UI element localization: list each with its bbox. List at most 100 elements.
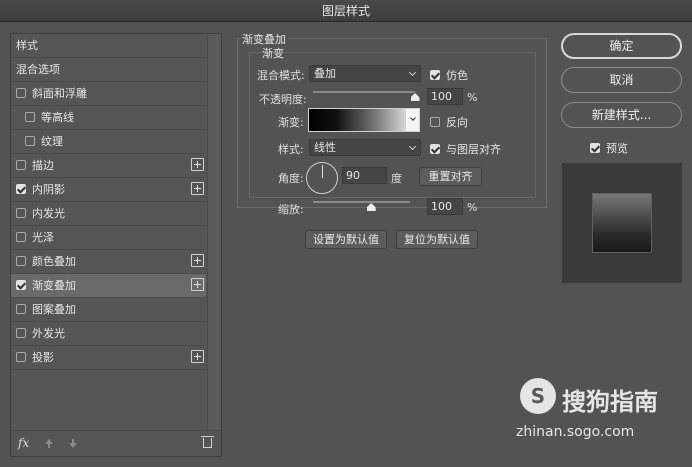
opacity-unit: % — [467, 91, 478, 104]
style-list-panel: 样式混合选项斜面和浮雕等高线纹理描边内阴影内发光光泽颜色叠加渐变叠加图案叠加外发… — [10, 33, 222, 457]
style-list-item[interactable]: 混合选项 — [11, 58, 206, 82]
section-title: 渐变 — [262, 47, 284, 60]
blend-mode-label: 混合模式: — [257, 69, 305, 82]
style-list-item[interactable]: 光泽 — [11, 226, 206, 250]
style-list-item-label: 斜面和浮雕 — [32, 87, 87, 100]
checkbox[interactable] — [16, 232, 26, 242]
blend-mode-select[interactable]: 叠加 — [309, 65, 421, 82]
style-list-item-label: 纹理 — [41, 135, 63, 148]
style-list-item[interactable]: 内阴影 — [11, 178, 206, 202]
scale-input[interactable]: 100 — [427, 198, 463, 215]
style-list: 样式混合选项斜面和浮雕等高线纹理描边内阴影内发光光泽颜色叠加渐变叠加图案叠加外发… — [11, 34, 206, 370]
reset-default-button[interactable]: 复位为默认值 — [396, 230, 478, 249]
style-list-item-label: 混合选项 — [16, 63, 60, 76]
reset-align-button[interactable]: 重置对齐 — [419, 167, 482, 186]
align-with-layer-checkbox[interactable]: 与图层对齐 — [430, 141, 501, 157]
style-list-item-label: 等高线 — [41, 111, 74, 124]
checkbox[interactable] — [16, 88, 26, 98]
add-icon[interactable] — [191, 278, 204, 291]
style-select[interactable]: 线性 — [309, 139, 421, 156]
preview-check-icon — [590, 143, 600, 153]
preview-label: 预览 — [606, 142, 628, 155]
opacity-slider-track[interactable] — [313, 91, 415, 93]
reverse-checkbox[interactable]: 反向 — [430, 114, 468, 130]
style-list-item[interactable]: 描边 — [11, 154, 206, 178]
style-list-item-label: 图案叠加 — [32, 303, 76, 316]
style-list-item[interactable]: 渐变叠加 — [11, 274, 206, 298]
dither-checkbox[interactable]: 仿色 — [430, 67, 468, 83]
add-icon[interactable] — [191, 350, 204, 363]
checkbox[interactable] — [25, 136, 35, 146]
style-list-item-label: 描边 — [32, 159, 54, 172]
move-up-icon[interactable] — [45, 439, 53, 448]
style-list-item[interactable]: 内发光 — [11, 202, 206, 226]
gradient-label: 渐变: — [278, 116, 304, 129]
checkbox[interactable] — [16, 304, 26, 314]
gradient-picker[interactable] — [308, 108, 420, 132]
preview-checkbox[interactable]: 预览 — [590, 140, 628, 156]
checkbox[interactable] — [16, 160, 26, 170]
style-list-toolbar: fx — [11, 430, 221, 456]
checkbox[interactable] — [16, 280, 26, 290]
style-list-item-label: 颜色叠加 — [32, 255, 76, 268]
style-list-item[interactable]: 斜面和浮雕 — [11, 82, 206, 106]
align-check-icon — [430, 144, 440, 154]
style-list-item-label: 外发光 — [32, 327, 65, 340]
reverse-check-icon — [430, 117, 440, 127]
style-list-item[interactable]: 投影 — [11, 346, 206, 370]
scale-slider-track[interactable] — [313, 201, 410, 203]
add-icon[interactable] — [191, 182, 204, 195]
cancel-button[interactable]: 取消 — [561, 67, 682, 93]
align-label: 与图层对齐 — [446, 143, 501, 156]
style-list-item[interactable]: 样式 — [11, 34, 206, 58]
style-value: 线性 — [314, 141, 336, 154]
checkbox[interactable] — [16, 184, 26, 194]
dither-label: 仿色 — [446, 69, 468, 82]
style-list-item-label: 内阴影 — [32, 183, 65, 196]
style-list-item[interactable]: 纹理 — [11, 130, 206, 154]
trash-icon[interactable] — [201, 436, 214, 448]
blend-mode-value: 叠加 — [314, 67, 336, 80]
checkbox[interactable] — [16, 208, 26, 218]
style-list-item[interactable]: 图案叠加 — [11, 298, 206, 322]
angle-unit: 度 — [391, 172, 402, 185]
style-list-item-label: 内发光 — [32, 207, 65, 220]
style-list-item-label: 样式 — [16, 39, 38, 52]
style-list-item[interactable]: 颜色叠加 — [11, 250, 206, 274]
dither-check-icon — [430, 70, 440, 80]
checkbox[interactable] — [25, 112, 35, 122]
angle-label: 角度: — [278, 172, 304, 185]
new-style-button[interactable]: 新建样式... — [561, 102, 682, 128]
scrollbar-track[interactable] — [207, 34, 221, 430]
checkbox[interactable] — [16, 352, 26, 362]
style-list-item-label: 渐变叠加 — [32, 279, 76, 292]
angle-input[interactable]: 90 — [342, 167, 387, 184]
move-down-icon[interactable] — [69, 439, 77, 448]
checkbox[interactable] — [16, 256, 26, 266]
checkbox[interactable] — [16, 328, 26, 338]
window-title: 图层样式 — [0, 0, 692, 22]
preview-area — [562, 163, 682, 283]
style-list-item[interactable]: 外发光 — [11, 322, 206, 346]
add-icon[interactable] — [191, 158, 204, 171]
preview-swatch — [592, 193, 652, 253]
style-list-item-label: 光泽 — [32, 231, 54, 244]
watermark-url: zhinan.sogo.com — [516, 424, 635, 440]
opacity-input[interactable]: 100 — [427, 88, 463, 105]
scale-unit: % — [467, 201, 478, 214]
angle-dial[interactable] — [306, 162, 338, 194]
watermark-text: 搜狗指南 — [562, 388, 658, 416]
style-list-item-label: 投影 — [32, 351, 54, 364]
fx-icon[interactable]: fx — [18, 436, 29, 450]
sogou-logo-icon: S — [520, 378, 556, 414]
ok-button[interactable]: 确定 — [561, 33, 682, 59]
chevron-down-icon[interactable] — [410, 115, 416, 121]
add-icon[interactable] — [191, 254, 204, 267]
style-label: 样式: — [278, 143, 304, 156]
scale-label: 缩放: — [278, 203, 304, 216]
opacity-label: 不透明度: — [259, 93, 307, 106]
style-list-item[interactable]: 等高线 — [11, 106, 206, 130]
set-default-button[interactable]: 设置为默认值 — [305, 230, 387, 249]
sogou-watermark: S 搜狗指南 zhinan.sogo.com — [516, 374, 680, 440]
reverse-label: 反向 — [446, 116, 468, 129]
